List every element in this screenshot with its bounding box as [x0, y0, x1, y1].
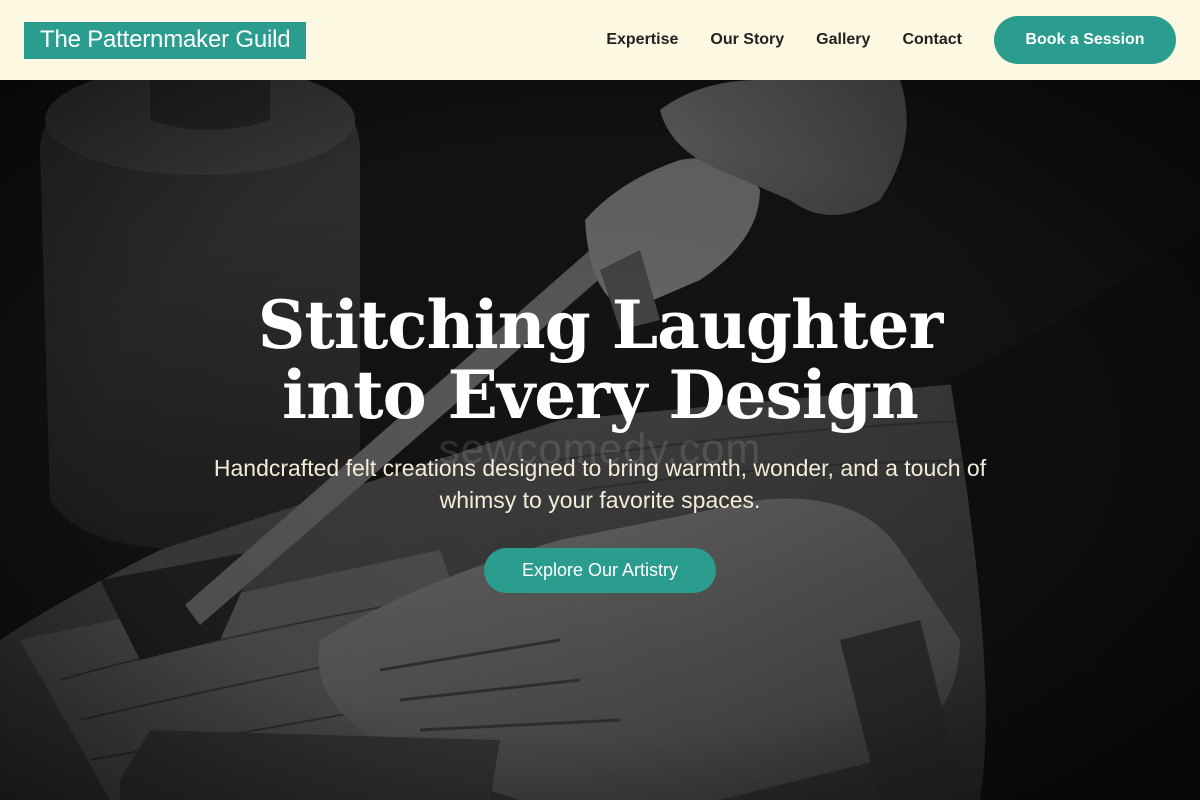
explore-artistry-button[interactable]: Explore Our Artistry — [484, 548, 716, 593]
site-logo[interactable]: The Patternmaker Guild — [24, 21, 307, 59]
hero-title: Stitching Laughter into Every Design — [257, 286, 944, 434]
nav-link-expertise[interactable]: Expertise — [606, 31, 678, 49]
nav-link-our-story[interactable]: Our Story — [710, 31, 784, 49]
hero-content: Stitching Laughter into Every Design Han… — [0, 80, 1200, 800]
hero-subtitle: Handcrafted felt creations designed to b… — [213, 455, 987, 513]
site-header: The Patternmaker Guild Expertise Our Sto… — [0, 0, 1200, 80]
main-nav: Expertise Our Story Gallery Contact Book… — [606, 16, 1176, 64]
hero-section: sewcomedy.com Stitching Laughter into Ev… — [0, 80, 1200, 800]
nav-link-gallery[interactable]: Gallery — [816, 31, 870, 49]
nav-link-contact[interactable]: Contact — [902, 31, 962, 49]
book-session-button[interactable]: Book a Session — [994, 16, 1176, 64]
